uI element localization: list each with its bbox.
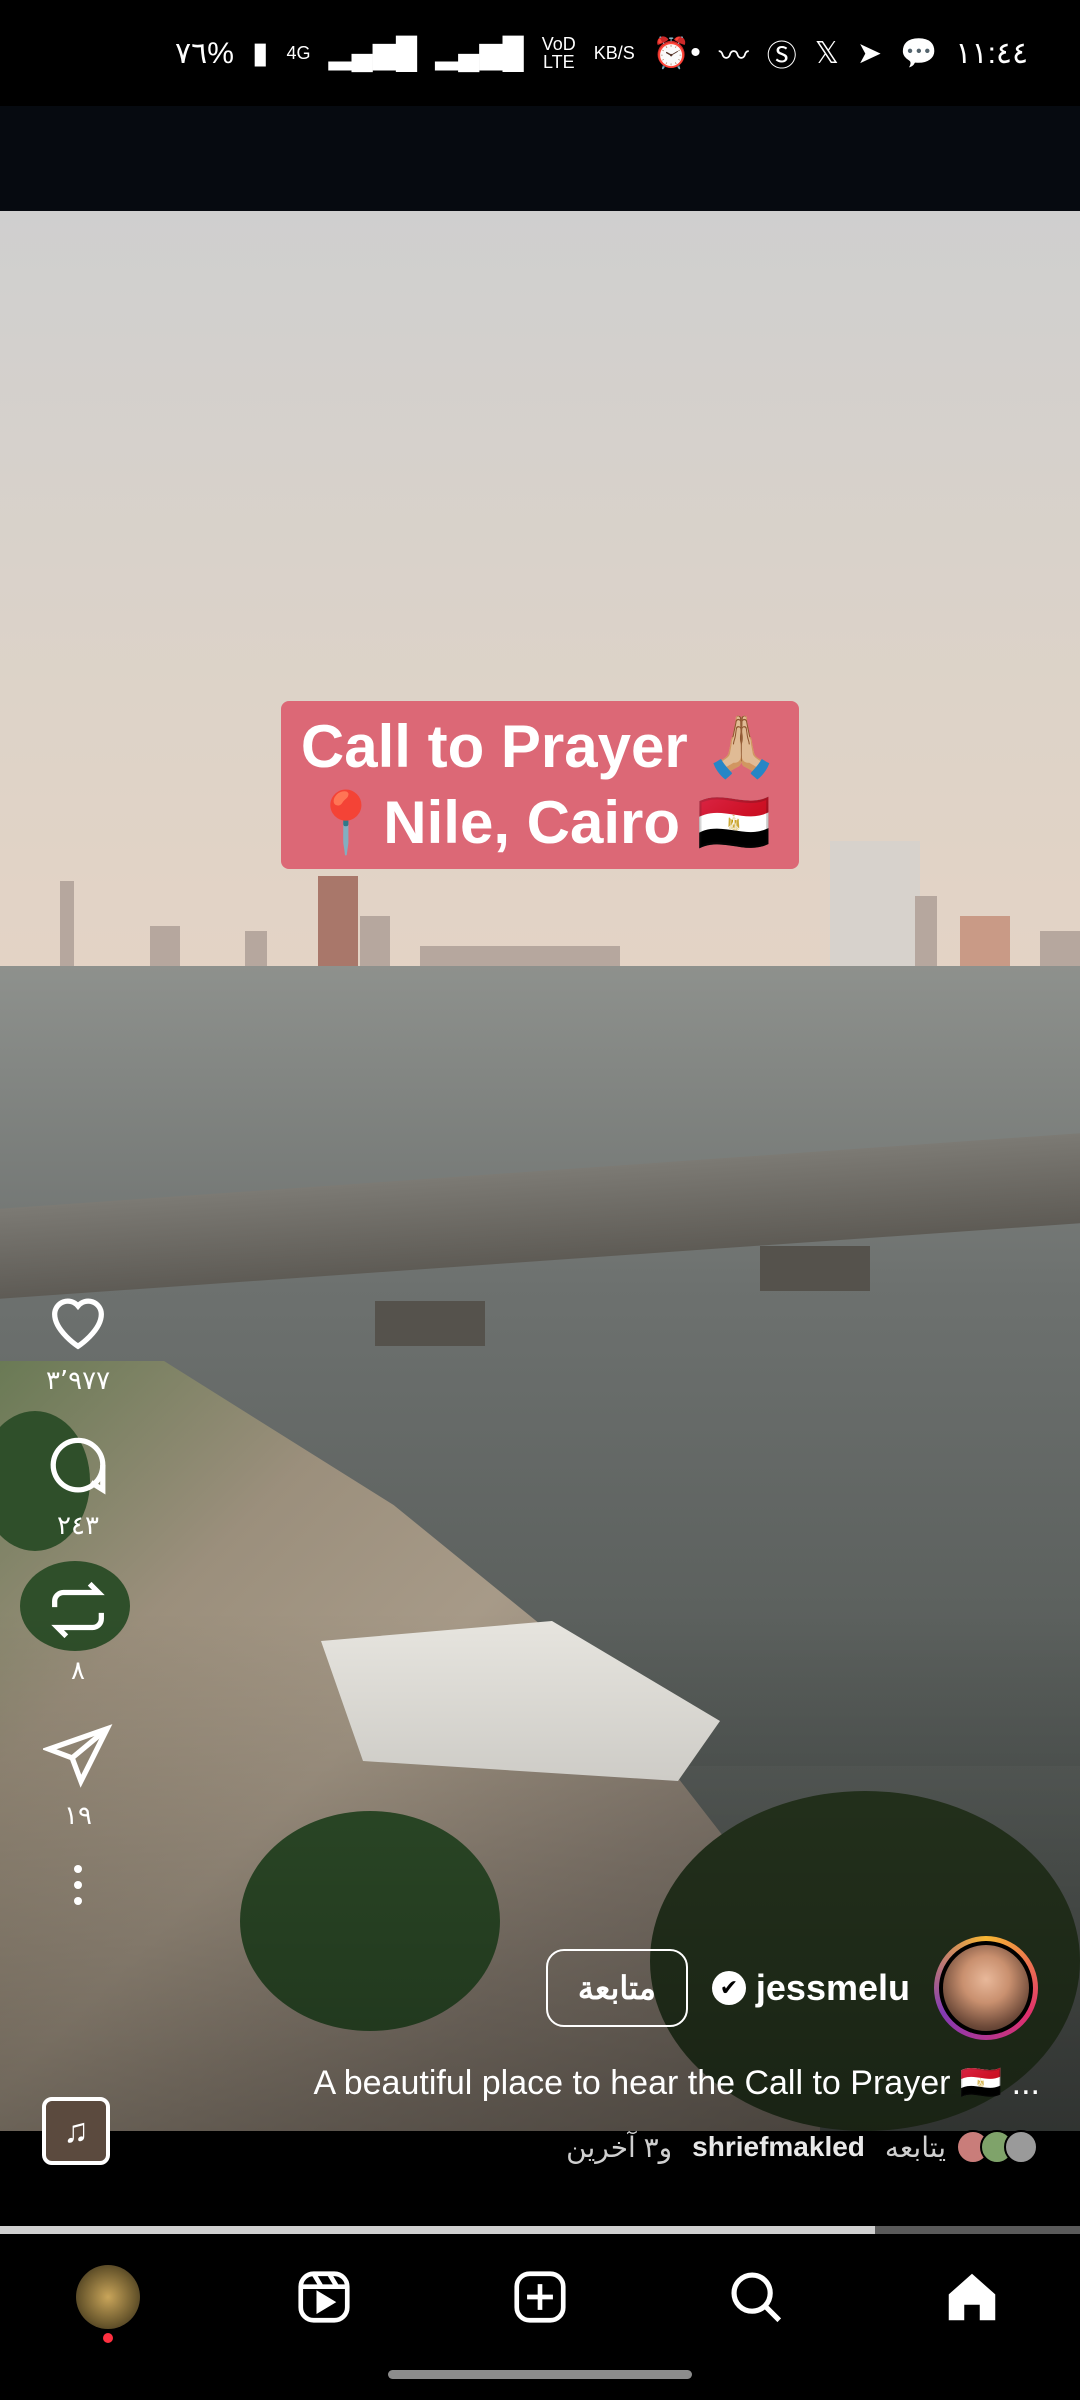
battery-icon: ▮ — [251, 36, 269, 70]
repost-action[interactable]: ٨ — [38, 1575, 118, 1686]
notification-dot — [103, 2333, 113, 2343]
profile-avatar[interactable] — [76, 2265, 140, 2329]
nav-home[interactable] — [932, 2257, 1012, 2337]
like-count: ٣٬٩٧٧ — [45, 1365, 111, 1395]
comment-count: ٢٤٣ — [57, 1510, 99, 1540]
video-title-line2: 📍Nile, Cairo 🇪🇬 — [308, 789, 772, 856]
search-icon[interactable] — [725, 2266, 787, 2328]
alarm-icon: ⏰ — [652, 36, 691, 70]
nav-profile[interactable] — [68, 2257, 148, 2343]
activity-icon: 〰 — [718, 40, 749, 73]
followed-by-others: و٣ آخرين — [566, 2131, 673, 2163]
battery-percent: ٧٦% — [175, 36, 234, 70]
like-action[interactable]: ٣٬٩٧٧ — [38, 1285, 118, 1396]
audio-track-icon[interactable]: ♫ — [42, 2097, 110, 2165]
signal-icon-2: ▂▄▆█ — [435, 36, 524, 70]
create-icon[interactable] — [509, 2266, 571, 2328]
verified-badge-icon: ✔ — [711, 1971, 746, 2005]
volte-label: VoD LTE — [541, 34, 576, 72]
bridge-pier — [760, 1246, 870, 1291]
top-gap — [0, 106, 1080, 211]
followed-by-user: shriefmakled — [692, 2131, 865, 2162]
repost-icon[interactable] — [43, 1575, 113, 1645]
comment-icon[interactable] — [43, 1430, 113, 1500]
bridge-pier — [375, 1301, 485, 1346]
username-link[interactable]: ✔ jessmelu — [711, 1967, 910, 2009]
status-left: ٧٦% ▮ 4G ▂▄▆█ ▂▄▆█ VoD LTE KB/S ⏰ — [175, 35, 690, 71]
mutual-avatars — [956, 2130, 1038, 2164]
share-action[interactable]: ١٩ — [38, 1720, 118, 1831]
app-icon-s: Ⓢ — [766, 40, 797, 73]
nav-reels[interactable] — [284, 2257, 364, 2337]
speed-unit: KB/S — [593, 43, 635, 63]
signal-icon: ▂▄▆█ — [328, 36, 418, 70]
reels-icon[interactable] — [293, 2266, 355, 2328]
network-label: 4G — [286, 43, 311, 63]
more-options-icon[interactable] — [38, 1865, 118, 1905]
home-icon[interactable] — [941, 2266, 1003, 2328]
telegram-icon: ➤ — [856, 36, 883, 70]
nav-create[interactable] — [500, 2257, 580, 2337]
nav-search[interactable] — [716, 2257, 796, 2337]
reel-video[interactable]: Call to Prayer 🙏🏼 📍Nile, Cairo 🇪🇬 — [0, 211, 1080, 2131]
x-icon: 𝕏 — [814, 36, 839, 70]
user-avatar[interactable] — [934, 1936, 1038, 2040]
reel-actions: ٣٬٩٧٧ ٢٤٣ ٨ ١٩ — [38, 1285, 118, 1955]
home-indicator[interactable] — [388, 2370, 692, 2379]
username[interactable]: jessmelu — [756, 1967, 910, 2009]
follow-button[interactable]: متابعة — [545, 1949, 688, 2027]
send-icon[interactable] — [43, 1720, 113, 1790]
video-progress-bar[interactable] — [0, 2226, 1080, 2234]
repost-count: ٨ — [71, 1655, 85, 1685]
comment-action[interactable]: ٢٤٣ — [38, 1430, 118, 1541]
share-count: ١٩ — [64, 1800, 92, 1830]
video-title-card: Call to Prayer 🙏🏼 📍Nile, Cairo 🇪🇬 — [281, 701, 799, 869]
status-bar: ٧٦% ▮ 4G ▂▄▆█ ▂▄▆█ VoD LTE KB/S ⏰ • 〰 Ⓢ … — [0, 0, 1080, 106]
heart-icon[interactable] — [43, 1285, 113, 1355]
followed-by-row[interactable]: و٣ آخرين shriefmakled يتابعه — [566, 2130, 1038, 2164]
caption[interactable]: A beautiful place to hear the Call to Pr… — [313, 2063, 1040, 2103]
user-row: متابعة ✔ jessmelu — [545, 1930, 1038, 2046]
chat-icon: 💬 — [900, 36, 938, 70]
followed-by-text: يتابعه — [884, 2131, 946, 2163]
bottom-shade — [0, 1611, 1080, 2131]
video-title-line1: Call to Prayer 🙏🏼 — [300, 713, 780, 780]
status-right: • 〰 Ⓢ 𝕏 ➤ 💬 ١١:٤٤ — [690, 31, 1028, 75]
city-skyline — [0, 841, 1080, 971]
clock-time: ١١:٤٤ — [955, 36, 1029, 70]
video-progress-fill — [0, 2226, 875, 2234]
notification-dot-icon: • — [690, 36, 701, 69]
